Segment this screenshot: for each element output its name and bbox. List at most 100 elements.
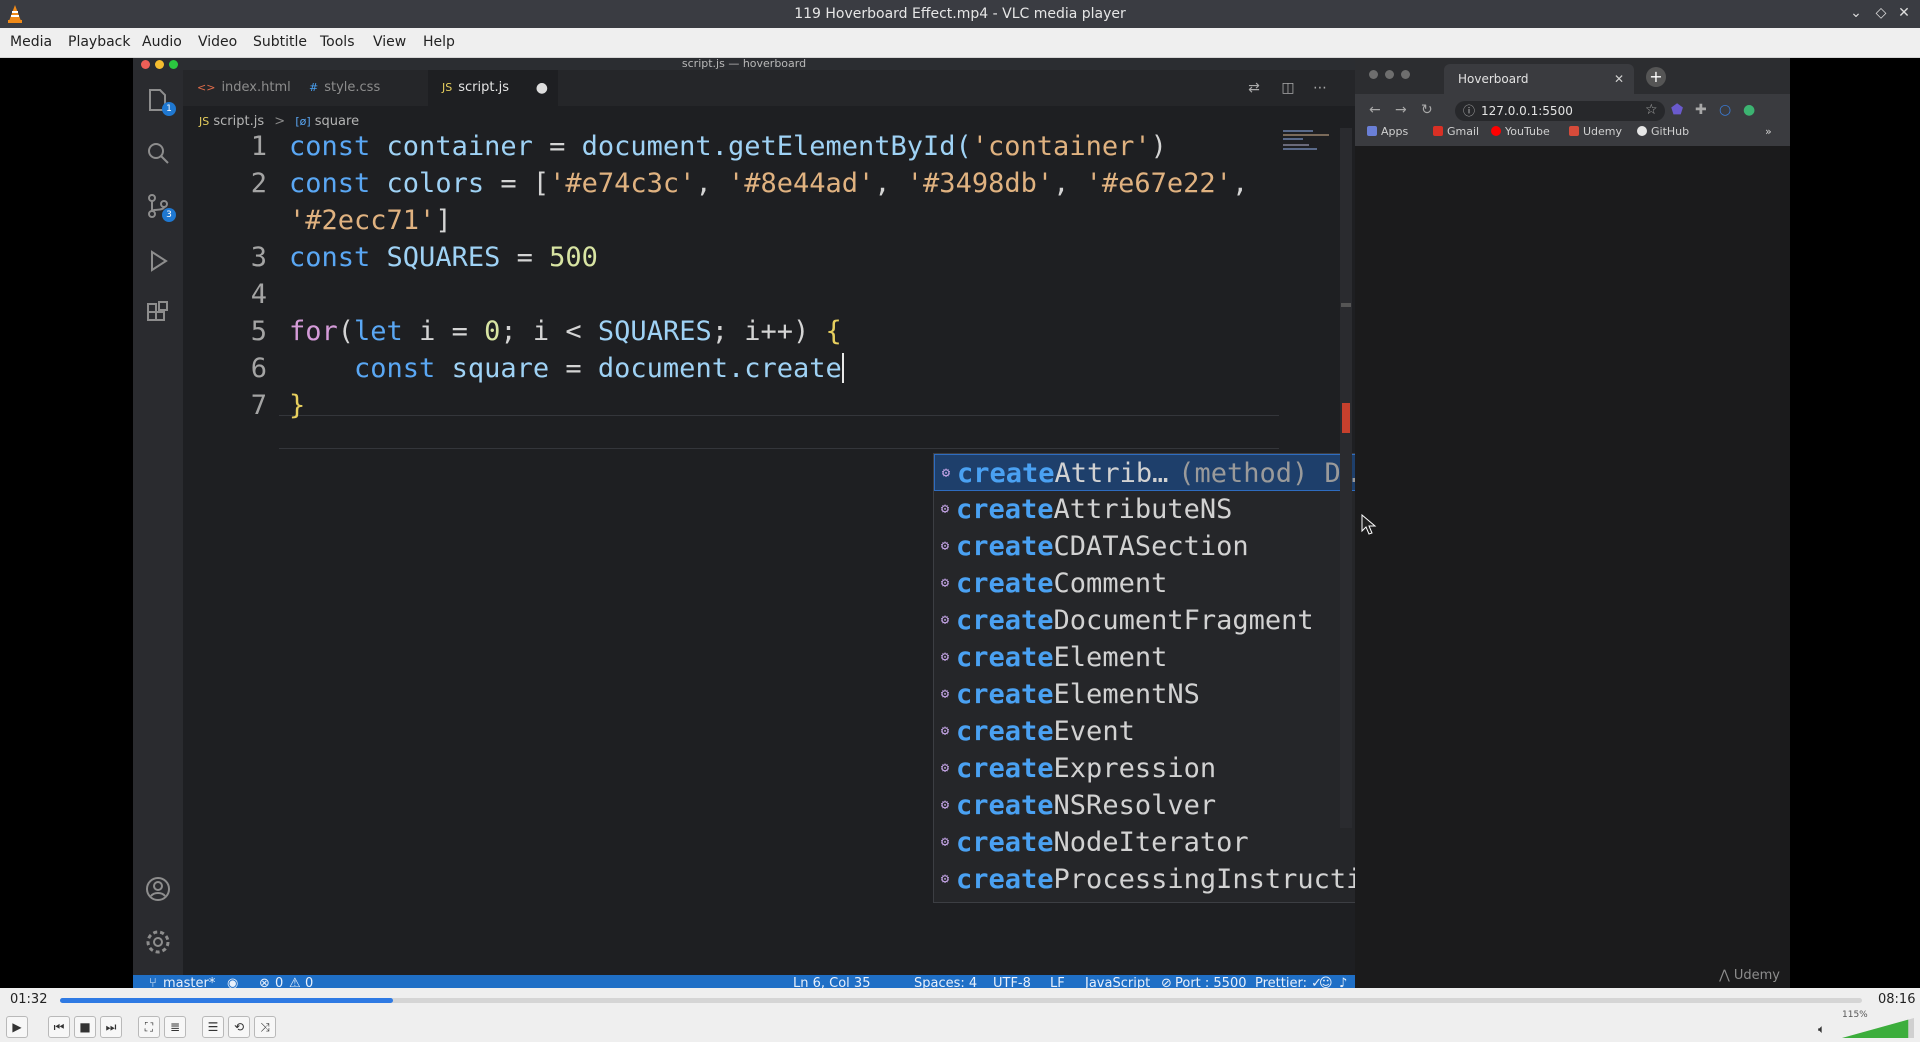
search-icon[interactable] [144,139,172,167]
unsaved-dot-icon[interactable]: ● [536,70,548,106]
playlist-icon[interactable]: ☰ [202,1016,224,1038]
forward-arrow-icon[interactable]: → [1395,102,1407,118]
close-tab-icon[interactable]: ✕ [1614,64,1624,94]
profile-ring-icon[interactable]: ○ [1719,102,1731,118]
source-control-icon[interactable]: 3 [144,192,176,222]
error-icon[interactable]: ⊗ [259,976,270,988]
restore-icon[interactable]: ◇ [1872,4,1890,22]
reload-icon[interactable]: ↻ [1421,102,1433,118]
feedback-icon[interactable]: ☺ [1319,976,1333,988]
code-line-5: for(let i = 0; i < SQUARES; i++) { [289,316,842,347]
play-icon[interactable]: ▶ [6,1016,28,1038]
autocomplete-suggestions: ⚙ createAttrib… (method) D… ⚙ createAttribu… [933,453,1355,903]
menu-subtitle[interactable]: Subtitle [253,34,307,50]
live-server-port[interactable]: Port : 5500 [1175,976,1247,988]
next-icon[interactable]: ⏭ [100,1016,122,1038]
open-changes-icon[interactable]: ⇄ [1245,80,1263,98]
video-frame[interactable]: script.js — hoverboard 1 3 <> index.html… [0,58,1920,988]
menu-view[interactable]: View [373,34,406,50]
minimize-chevron-icon[interactable]: ⌄ [1847,4,1865,22]
method-icon: ⚙ [940,797,950,813]
suggestion-item[interactable]: ⚙ createCDATASection [934,528,1355,565]
total-time[interactable]: 08:16 [1878,992,1915,1007]
activity-bar: 1 3 [133,70,183,983]
previous-icon[interactable]: ⏮ [48,1016,70,1038]
tab-index-html[interactable]: <> index.html [183,70,305,106]
minimap[interactable] [1281,128,1337,152]
tab-script-js[interactable]: JS script.js ● [428,70,558,106]
menu-playback[interactable]: Playback [68,34,130,50]
extensions-icon[interactable] [144,300,172,328]
suggestion-item[interactable]: ⚙ createAttributeNS [934,491,1355,528]
star-icon[interactable]: ☆ [1645,102,1658,118]
suggestion-item[interactable]: ⚙ createExpression [934,750,1355,787]
suggestion-item[interactable]: ⚙ createNSResolver [934,787,1355,824]
bookmark-udemy[interactable]: Udemy [1569,125,1622,138]
suggestion-item[interactable]: ⚙ createEvent [934,713,1355,750]
bookmark-youtube[interactable]: YouTube [1491,125,1550,138]
suggestion-item[interactable]: ⚙ createAttrib… (method) D… [934,454,1355,491]
suggestion-item[interactable]: ⚙ createNodeIterator [934,824,1355,861]
warning-icon[interactable]: ⚠ [289,976,301,988]
git-branch-icon[interactable]: ⑂ [149,976,157,988]
info-icon[interactable]: ⓘ [1463,101,1475,121]
editor-scrollbar[interactable] [1340,128,1352,828]
zoom-dot-icon[interactable] [1401,70,1410,79]
menu-tools[interactable]: Tools [320,34,355,50]
accounts-icon[interactable] [144,875,172,903]
fullscreen-icon[interactable]: ⛶ [138,1016,160,1038]
bookmark-github[interactable]: GitHub [1637,125,1689,138]
loop-icon[interactable]: ⟲ [228,1016,250,1038]
notification-bell-icon[interactable]: ♪ [1339,976,1347,988]
bookmarks-overflow-icon[interactable]: » [1765,125,1772,138]
prettier-status[interactable]: Prettier: ✓ [1255,976,1322,988]
stop-icon[interactable]: ■ [74,1016,96,1038]
puzzle-icon[interactable]: ✚ [1695,102,1707,118]
seek-bar[interactable] [60,998,1862,1003]
line-ending[interactable]: LF [1050,976,1065,988]
split-editor-icon[interactable]: ◫ [1279,80,1297,98]
close-icon[interactable]: ✕ [1895,4,1913,22]
indentation[interactable]: Spaces: 4 [914,976,977,988]
suggestion-item[interactable]: ⚙ createProcessingInstructi… [934,861,1355,898]
menu-media[interactable]: Media [10,34,52,50]
cursor-position[interactable]: Ln 6, Col 35 [793,976,870,988]
new-tab-icon[interactable]: + [1646,67,1666,87]
tab-label: script.js [458,80,509,95]
settings-gear-icon[interactable] [144,928,172,956]
suggestion-item[interactable]: ⚙ createDocumentFragment [934,602,1355,639]
tab-style-css[interactable]: # style.css [295,70,394,106]
menu-video[interactable]: Video [198,34,237,50]
breadcrumb-symbol[interactable]: square [315,114,359,129]
breadcrumb-file[interactable]: script.js [213,114,264,129]
minimize-dot-icon[interactable] [1385,70,1394,79]
encoding[interactable]: UTF-8 [993,976,1031,988]
explorer-icon[interactable]: 1 [144,86,176,116]
close-dot-icon[interactable] [1369,70,1378,79]
language-mode[interactable]: JavaScript [1085,976,1150,988]
menu-help[interactable]: Help [423,34,455,50]
run-debug-icon[interactable] [144,247,172,275]
menu-audio[interactable]: Audio [142,34,182,50]
sync-icon[interactable]: ◉ [227,976,238,988]
back-arrow-icon[interactable]: ← [1369,102,1381,118]
bookmark-apps[interactable]: Apps [1367,125,1408,138]
volume-slider[interactable]: 115% [1842,1010,1914,1038]
suggestion-item[interactable]: ⚙ createElement [934,639,1355,676]
method-icon: ⚙ [940,871,950,887]
git-branch[interactable]: master* [163,976,215,988]
suggestion-item[interactable]: ⚙ createElementNS [934,676,1355,713]
extended-settings-icon[interactable]: ≣ [164,1016,186,1038]
extension-icon[interactable]: ⬟ [1671,102,1683,118]
line-number: 1 [250,131,267,162]
avatar-icon[interactable]: ● [1743,102,1755,118]
scrollbar-thumb[interactable] [1341,303,1351,307]
speaker-icon[interactable]: 🔈︎ [1818,1022,1825,1037]
address-bar[interactable]: ⓘ 127.0.0.1:5500 [1455,101,1665,121]
code-line-6: const square = document.create [354,353,844,384]
suggestion-item[interactable]: ⚙ createComment [934,565,1355,602]
more-actions-icon[interactable]: ⋯ [1311,80,1329,98]
browser-tab[interactable]: Hoverboard ✕ [1444,64,1634,94]
shuffle-icon[interactable]: ⤨ [254,1016,276,1038]
bookmark-gmail[interactable]: Gmail [1433,125,1479,138]
